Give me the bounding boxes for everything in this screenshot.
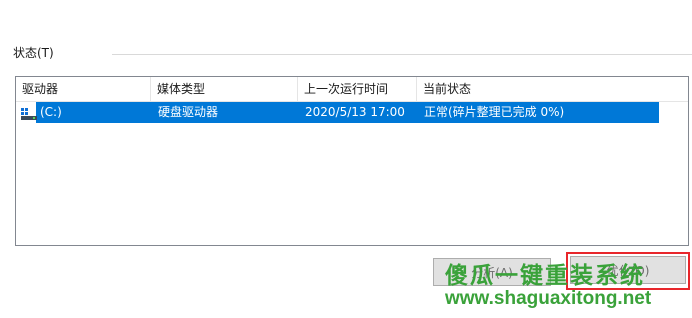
media-type-cell: 硬盘驱动器 [158, 105, 219, 119]
last-run-cell: 2020/5/13 17:00 [305, 105, 405, 119]
table-row[interactable]: (C:) 硬盘驱动器 2020/5/13 17:00 正常(碎片整理已完成 0%… [16, 102, 688, 124]
status-cell: 正常(碎片整理已完成 0%) [424, 105, 565, 119]
column-header-status[interactable]: 当前状态 [417, 77, 688, 101]
drive-list[interactable]: 驱动器 媒体类型 上一次运行时间 当前状态 (C:) 硬盘驱动器 2020/5/… [15, 76, 689, 246]
drive-icon [20, 105, 38, 121]
column-header-drive[interactable]: 驱动器 [16, 77, 151, 101]
status-group-label: 状态(T) [13, 46, 54, 60]
group-divider [112, 54, 692, 55]
column-header-media-type[interactable]: 媒体类型 [151, 77, 298, 101]
watermark-url: www.shaguaxitong.net [445, 288, 652, 309]
drive-cell: (C:) [40, 105, 62, 119]
watermark-title: 傻瓜一键重装系统 [445, 263, 645, 289]
list-header: 驱动器 媒体类型 上一次运行时间 当前状态 [16, 77, 688, 102]
column-header-last-run[interactable]: 上一次运行时间 [298, 77, 417, 101]
